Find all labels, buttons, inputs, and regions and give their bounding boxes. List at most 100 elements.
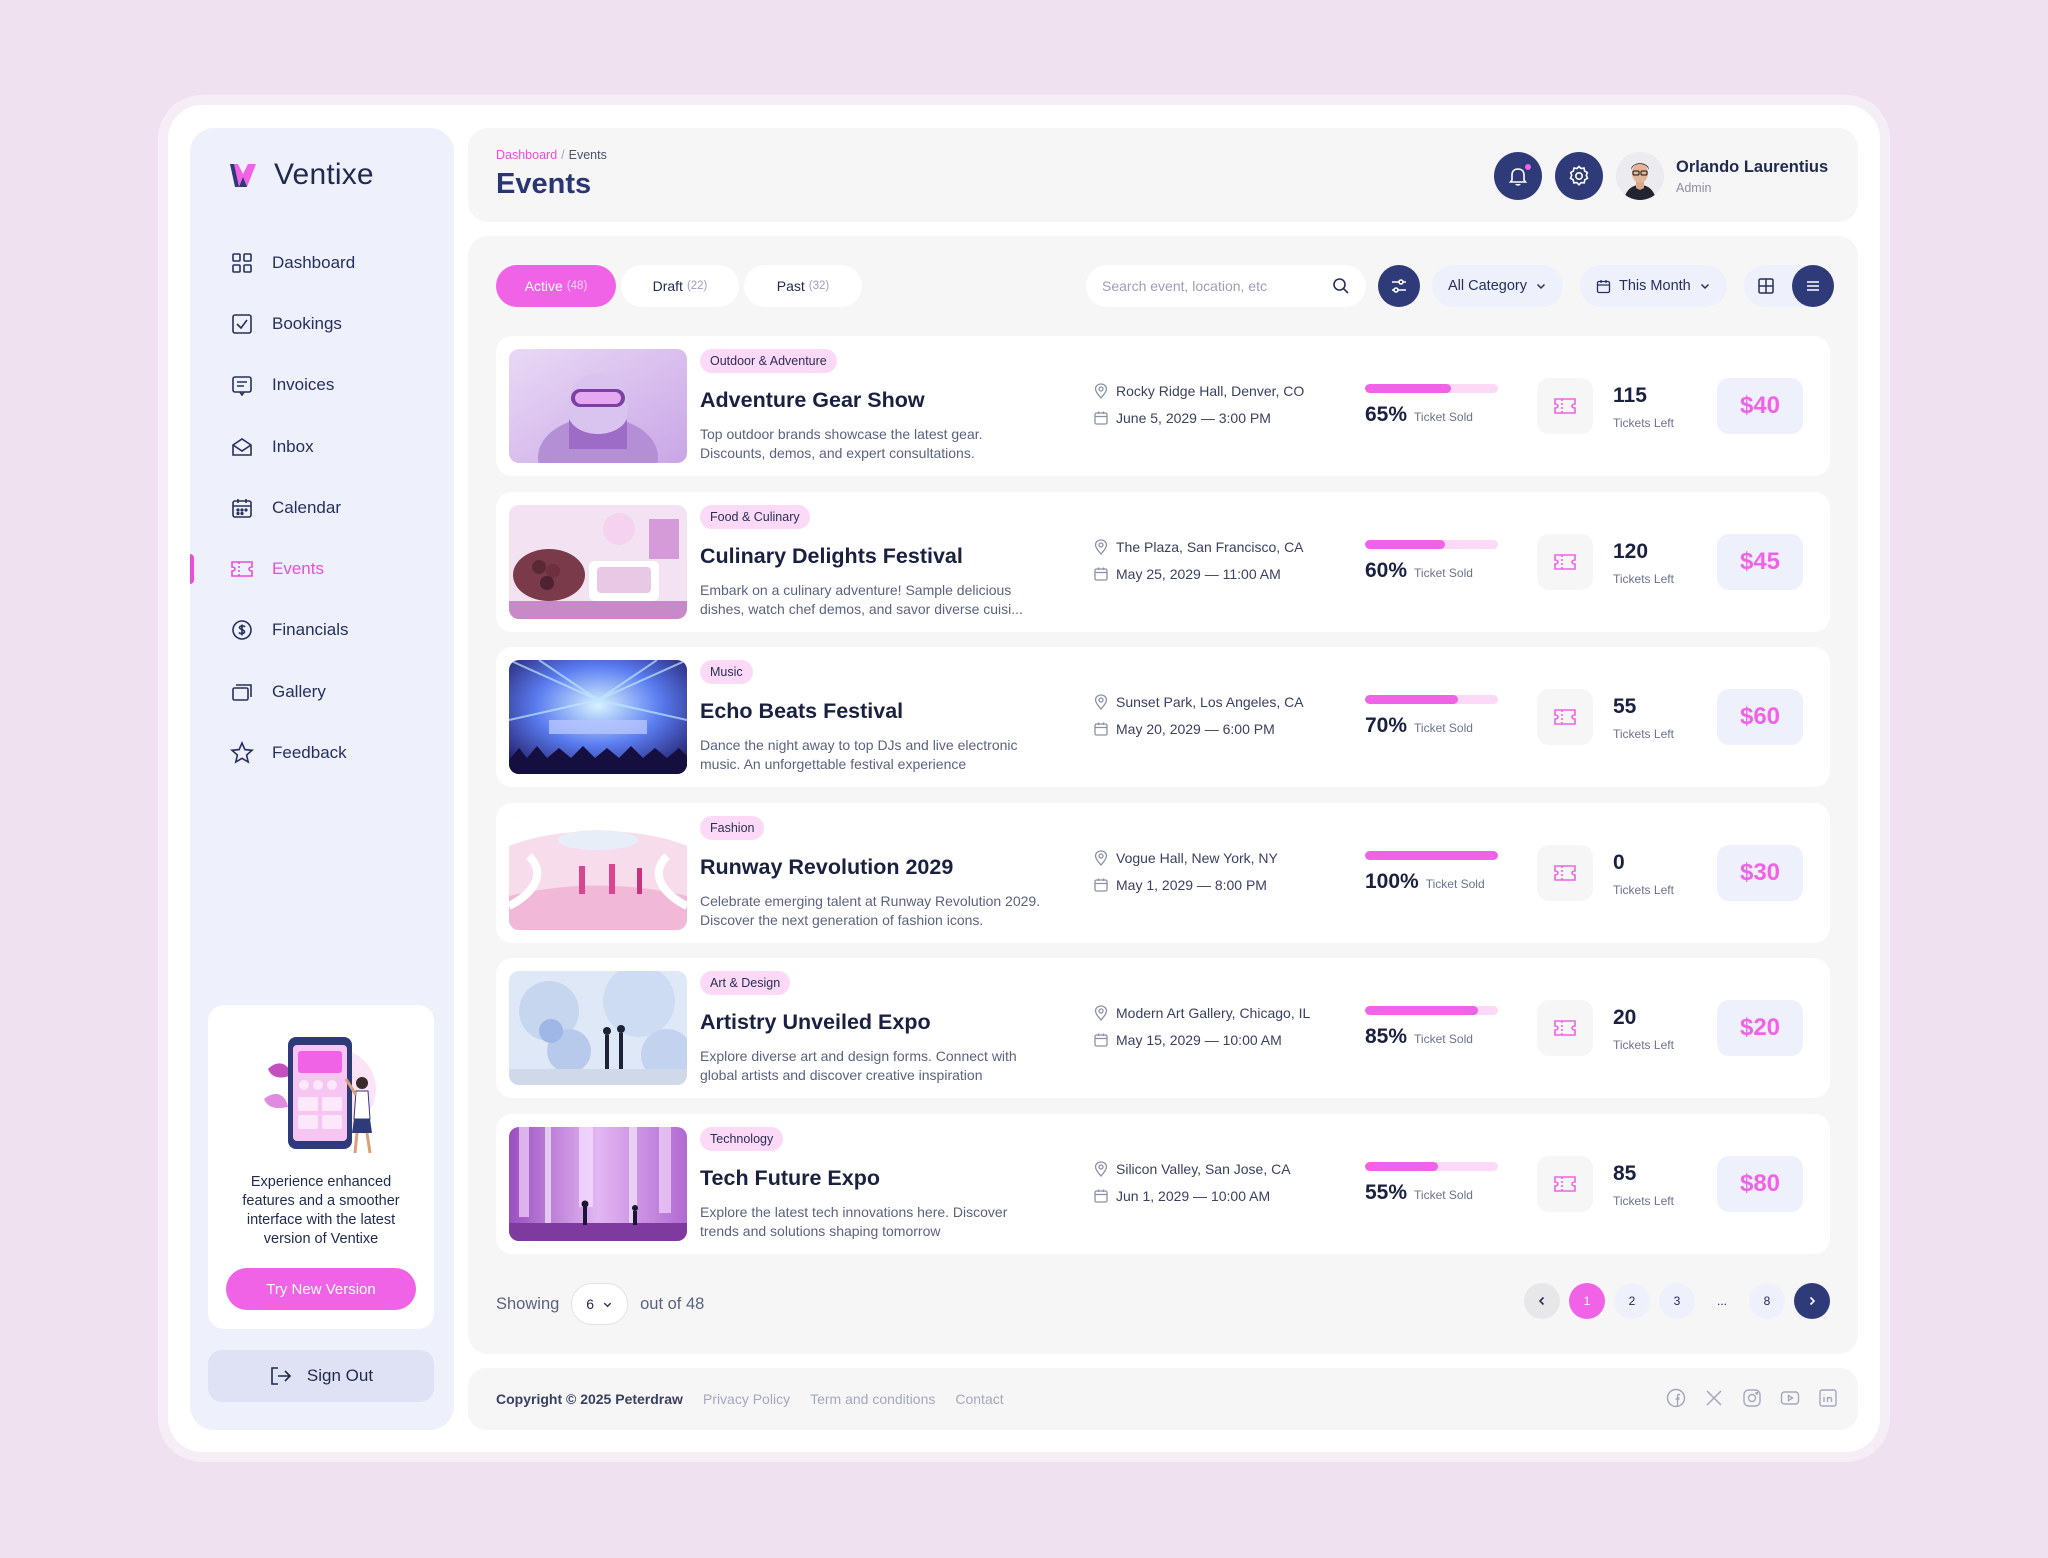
tab-active[interactable]: Active (48): [496, 265, 616, 307]
sidebar-item-bookings[interactable]: Bookings: [190, 293, 454, 354]
ticket-icon: [1554, 553, 1576, 570]
event-price[interactable]: $40: [1717, 378, 1803, 434]
ticket-sold-progress-fill: [1365, 384, 1452, 393]
event-title[interactable]: Adventure Gear Show: [700, 388, 925, 413]
ventixe-logo-icon: [230, 164, 256, 187]
event-thumbnail[interactable]: [509, 815, 687, 930]
page-2-button[interactable]: 2: [1614, 1283, 1650, 1319]
search-icon[interactable]: [1332, 277, 1350, 295]
sidebar-item-label: Financials: [272, 620, 349, 640]
tickets-left-count: 20: [1613, 1006, 1637, 1030]
event-price[interactable]: $20: [1717, 1000, 1803, 1057]
tab-draft[interactable]: Draft (22): [621, 265, 739, 307]
sidebar-item-gallery[interactable]: Gallery: [190, 661, 454, 722]
event-card[interactable]: Fashion Runway Revolution 2029 Celebrate…: [496, 802, 1830, 943]
location-pin-icon: [1094, 1161, 1108, 1177]
sidebar-item-invoices[interactable]: Invoices: [190, 355, 454, 416]
sidebar-item-events[interactable]: Events: [190, 538, 454, 599]
sidebar-item-calendar[interactable]: Calendar: [190, 477, 454, 538]
chevron-down-icon: [1700, 283, 1709, 290]
location-pin-icon: [1094, 694, 1108, 711]
event-title[interactable]: Artistry Unveiled Expo: [700, 1010, 931, 1035]
youtube-icon[interactable]: [1780, 1388, 1800, 1408]
list-view-button[interactable]: [1792, 265, 1834, 307]
event-thumbnail[interactable]: [509, 971, 687, 1086]
event-location-text: The Plaza, San Francisco, CA: [1116, 538, 1304, 555]
chevron-down-icon: [603, 1302, 612, 1307]
breadcrumb-dashboard-link[interactable]: Dashboard: [496, 148, 557, 162]
event-thumbnail[interactable]: [509, 660, 687, 775]
privacy-policy-link[interactable]: Privacy Policy: [703, 1391, 790, 1407]
event-card[interactable]: Outdoor & Adventure Adventure Gear Show …: [496, 336, 1830, 476]
chevron-left-icon: [1538, 1296, 1545, 1306]
category-dropdown[interactable]: All Category: [1432, 265, 1563, 307]
event-thumbnail[interactable]: [509, 1126, 687, 1241]
event-title[interactable]: Tech Future Expo: [700, 1166, 880, 1191]
event-location-text: Rocky Ridge Hall, Denver, CO: [1116, 383, 1305, 399]
instagram-icon[interactable]: [1742, 1388, 1762, 1408]
sidebar-item-inbox[interactable]: Inbox: [190, 416, 454, 477]
event-card[interactable]: Music Echo Beats Festival Dance the nigh…: [496, 647, 1830, 788]
category-dropdown-value: All Category: [1448, 278, 1527, 294]
user-avatar-icon: [1616, 152, 1664, 200]
tab-count: (48): [566, 280, 588, 292]
event-thumbnail[interactable]: [509, 349, 687, 463]
sidebar-item-financials[interactable]: Financials: [190, 600, 454, 661]
period-dropdown[interactable]: This Month: [1580, 265, 1727, 307]
event-card[interactable]: Art & Design Artistry Unveiled Expo Expl…: [496, 958, 1830, 1099]
brand[interactable]: Ventixe: [228, 158, 374, 192]
event-price[interactable]: $30: [1717, 844, 1803, 901]
gallery-icon: [230, 680, 254, 704]
event-title[interactable]: Culinary Delights Festival: [700, 544, 963, 569]
tickets-left-label: Tickets Left: [1613, 571, 1674, 586]
per-page-select[interactable]: 6: [571, 1283, 629, 1325]
settings-button[interactable]: [1555, 152, 1603, 200]
x-icon[interactable]: [1704, 1388, 1724, 1408]
next-page-button[interactable]: [1794, 1283, 1830, 1319]
ticket-sold-label: Ticket Sold: [1425, 876, 1485, 891]
search-input[interactable]: [1102, 278, 1322, 294]
page-1-button[interactable]: 1: [1569, 1283, 1605, 1319]
filter-button[interactable]: [1378, 265, 1420, 307]
sidebar-item-feedback[interactable]: Feedback: [190, 722, 454, 783]
event-location: Vogue Hall, New York, NY: [1094, 850, 1278, 866]
event-price[interactable]: $80: [1717, 1155, 1803, 1212]
linkedin-icon[interactable]: [1818, 1388, 1838, 1408]
sign-out-button[interactable]: Sign Out: [208, 1350, 434, 1402]
contact-link[interactable]: Contact: [955, 1391, 1003, 1407]
ticket-sold-progress: [1365, 384, 1498, 393]
avatar[interactable]: [1616, 152, 1664, 200]
page-8-button[interactable]: 8: [1749, 1283, 1785, 1319]
event-price[interactable]: $45: [1717, 533, 1803, 590]
notifications-button[interactable]: [1494, 152, 1542, 200]
event-thumbnail-image: [509, 660, 687, 775]
facebook-icon[interactable]: [1666, 1388, 1686, 1408]
event-card[interactable]: Technology Tech Future Expo Explore the …: [496, 1113, 1830, 1254]
page-3-button[interactable]: 3: [1659, 1283, 1695, 1319]
event-date: May 1, 2029 — 8:00 PM: [1094, 877, 1267, 893]
breadcrumb: Dashboard / Events: [496, 148, 607, 162]
calendar-icon: [1094, 722, 1108, 736]
grid-view-icon[interactable]: [1756, 276, 1776, 296]
sidebar-item-label: Invoices: [272, 375, 335, 395]
ticket-sold-percent: 55%: [1365, 1180, 1408, 1204]
try-new-version-button[interactable]: Try New Version: [226, 1268, 416, 1310]
terms-link[interactable]: Term and conditions: [810, 1391, 935, 1407]
event-price[interactable]: $60: [1717, 689, 1803, 746]
event-card[interactable]: Food & Culinary Culinary Delights Festiv…: [496, 491, 1830, 632]
tab-past[interactable]: Past (32): [744, 265, 862, 307]
sidebar-item-dashboard[interactable]: Dashboard: [190, 232, 454, 293]
prev-page-button[interactable]: [1524, 1283, 1560, 1319]
page-size-control: Showing 6 out of 48: [496, 1283, 704, 1325]
event-title[interactable]: Runway Revolution 2029: [700, 855, 953, 880]
ticket-sold-label: Ticket Sold: [1414, 1187, 1473, 1202]
sidebar-item-label: Dashboard: [272, 252, 356, 272]
tickets-left-count: 0: [1613, 850, 1625, 874]
page-title: Events: [496, 168, 592, 200]
inbox-icon: [230, 435, 254, 459]
event-date: May 15, 2029 — 10:00 AM: [1094, 1032, 1282, 1048]
event-description: Explore diverse art and design forms. Co…: [700, 1048, 1017, 1084]
event-title[interactable]: Echo Beats Festival: [700, 699, 903, 724]
event-location: Modern Art Gallery, Chicago, IL: [1094, 1005, 1310, 1021]
event-thumbnail[interactable]: [509, 504, 687, 619]
